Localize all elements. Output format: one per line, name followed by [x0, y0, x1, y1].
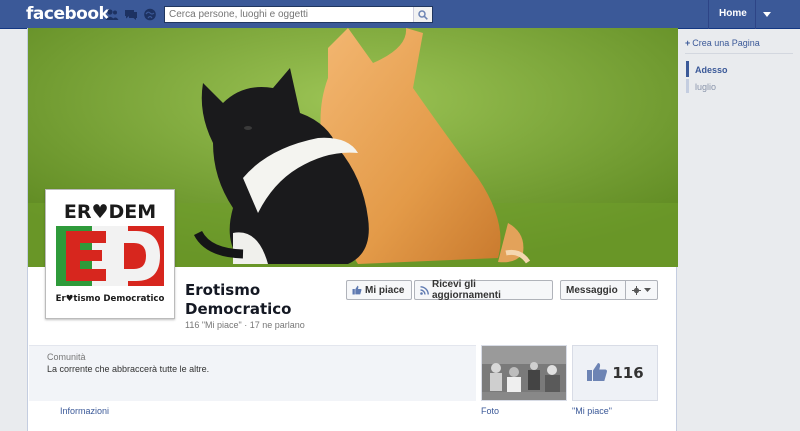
- nav-divider: [755, 0, 756, 29]
- info-link[interactable]: Informazioni: [60, 406, 109, 416]
- messages-icon[interactable]: [124, 8, 138, 21]
- notifications-icon[interactable]: [143, 8, 157, 21]
- timeline-navigation-sidebar: + Crea una Pagina Adesso luglio: [678, 29, 800, 431]
- sidebar-divider: [685, 53, 793, 54]
- logo-top-text: ER♥DEM: [64, 201, 156, 223]
- thumbs-up-icon: [352, 285, 362, 295]
- page-title[interactable]: Erotismo Democratico: [185, 281, 335, 319]
- like-button[interactable]: Mi piace: [346, 280, 412, 300]
- search-box: [164, 6, 433, 23]
- photos-app-tile[interactable]: [481, 345, 567, 401]
- friends-icon[interactable]: [105, 8, 119, 21]
- settings-dropdown-button[interactable]: [625, 280, 658, 300]
- timeline-item-july[interactable]: luglio: [695, 82, 716, 92]
- photos-label[interactable]: Foto: [481, 406, 499, 416]
- logo-bottom-text: Er♥tismo Democratico: [56, 294, 165, 304]
- likes-count: 116: [612, 364, 644, 382]
- page-stats[interactable]: 116 "Mi piace" · 17 ne parlano: [185, 320, 305, 330]
- page-category: Comunità: [47, 352, 86, 362]
- gear-icon: [632, 285, 641, 295]
- timeline-item-now[interactable]: Adesso: [695, 65, 728, 75]
- search-button[interactable]: [413, 7, 432, 22]
- search-input[interactable]: [165, 7, 413, 22]
- timeline-marker: [686, 79, 689, 93]
- account-menu-caret-icon[interactable]: [759, 8, 775, 21]
- create-page-label: Crea una Pagina: [692, 38, 760, 48]
- page-about-text: La corrente che abbraccerà tutte le altr…: [47, 364, 210, 374]
- likes-app-tile[interactable]: 116: [572, 345, 658, 401]
- message-button-label: Messaggio: [566, 284, 618, 296]
- subscribe-button[interactable]: Ricevi gli aggiornamenti: [414, 279, 553, 301]
- plus-icon: +: [685, 38, 691, 48]
- top-navigation-bar: facebook Home: [0, 0, 800, 29]
- search-icon: [418, 9, 428, 20]
- timeline-main-column: ER♥DEM Er♥tismo Democratico Erotismo Dem…: [27, 28, 678, 431]
- rss-feed-icon: [420, 285, 429, 295]
- likes-label[interactable]: "Mi piace": [572, 406, 612, 416]
- create-page-link[interactable]: + Crea una Pagina: [685, 38, 760, 48]
- nav-divider: [708, 0, 709, 29]
- facebook-logo[interactable]: facebook: [26, 4, 110, 24]
- message-button[interactable]: Messaggio: [560, 280, 626, 300]
- page-info-box[interactable]: Comunità La corrente che abbraccerà tutt…: [29, 345, 476, 401]
- like-button-label: Mi piace: [365, 284, 405, 296]
- subscribe-button-label: Ricevi gli aggiornamenti: [432, 279, 501, 301]
- timeline-active-marker: [686, 61, 689, 77]
- home-link[interactable]: Home: [719, 8, 747, 19]
- thumbs-up-icon: [586, 362, 608, 385]
- erotismo-democratico-logo: ER♥DEM Er♥tismo Democratico: [50, 194, 170, 314]
- caret-down-icon: [644, 288, 651, 292]
- profile-picture[interactable]: ER♥DEM Er♥tismo Democratico: [45, 189, 175, 319]
- photos-thumbnail-image: [482, 346, 566, 400]
